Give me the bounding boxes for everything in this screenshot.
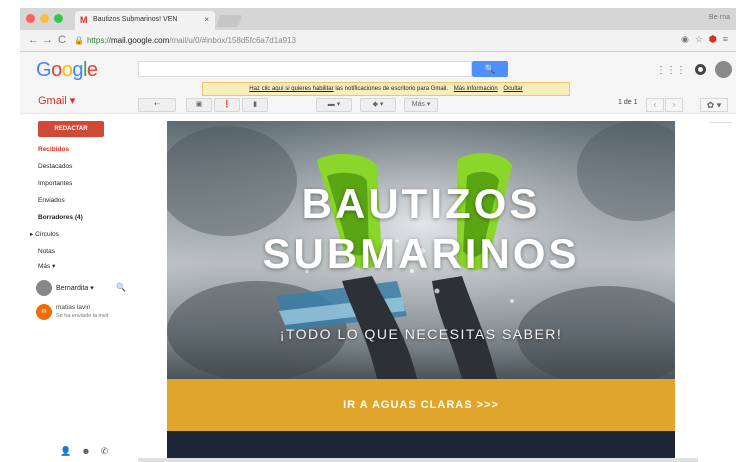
avatar: m [36,304,52,320]
google-logo-letter: o [61,59,73,81]
delete-button[interactable]: ▮ [242,98,268,112]
google-logo-letter: G [36,59,52,81]
lock-icon: 🔒 [74,36,84,45]
sidebar-item-more[interactable]: Más ▾ [38,262,55,270]
report-icon: ❗ [222,101,232,108]
forward-arrow-icon[interactable]: → [42,34,53,46]
hero-title: BAUTIZOS SUBMARINOS [167,179,675,279]
sidebar-item-inbox[interactable]: Recibidos [38,146,69,153]
label-icon: ◆ ▾ [372,101,384,108]
url-host: mail.google.com [110,36,170,45]
more-info-link[interactable]: Más información [454,86,498,92]
hero-title-line-1: BAUTIZOS [301,180,541,227]
gear-icon: ✿ ▾ [706,100,722,110]
google-logo[interactable]: Google [36,59,98,82]
notice-text: las notificaciones de escritorio para Gm… [335,86,449,92]
browser-menu-icon[interactable]: ≡ [723,34,728,45]
archive-icon: ▣ [195,101,203,108]
hero-title-line-2: SUBMARINOS [262,230,580,277]
divider [710,122,732,123]
sidebar-item-starred[interactable]: Destacados [38,163,72,170]
adblock-extension-icon[interactable]: ⬢ [709,34,717,45]
contact-name: matias lavin [56,304,91,311]
phone-icon[interactable]: ✆ [101,446,109,457]
gmail-app-switcher[interactable]: Gmail ▾ [38,94,75,107]
cta-button[interactable]: IR A AGUAS CLARAS >>> [167,379,675,431]
hero-image: BAUTIZOS SUBMARINOS ¡TODO LO QUE NECESIT… [167,121,675,379]
url-scheme: https:// [86,36,111,45]
apps-grid-icon[interactable]: ⋮⋮⋮ [656,65,686,76]
previous-button[interactable]: ‹ [646,98,664,112]
maximize-window-button[interactable] [54,14,63,23]
contact-status: Se ha enviado la invit [56,313,109,319]
more-button[interactable]: Más ▾ [404,98,438,112]
list-item[interactable]: m matias lavin Se ha enviado la invit [36,304,136,326]
address-bar-row: ← → C 🔒 https://mail.google.com/mail/u/0/… [20,30,736,52]
settings-button[interactable]: ✿ ▾ [700,98,728,112]
tab-title: Bautizos Submarinos! VEN [93,16,178,23]
back-icon: ⇠ [154,101,160,108]
next-button[interactable]: › [665,98,683,112]
reload-icon[interactable]: C [58,34,66,46]
hide-link[interactable]: Ocultar [503,86,522,92]
google-logo-letter: o [51,59,62,81]
account-avatar[interactable] [715,61,732,78]
back-arrow-icon[interactable]: ← [28,34,39,46]
extension-icon[interactable]: ◉ [681,34,689,45]
notifications-icon[interactable] [695,64,706,75]
hangouts-icon[interactable]: ☻ [81,446,90,457]
gmail-header: Google 🔍 ⋮⋮⋮ [20,52,736,86]
email-body: BAUTIZOS SUBMARINOS ¡TODO LO QUE NECESIT… [167,121,675,462]
hangouts-bottom-bar: 👤 ☻ ✆ [60,446,108,457]
archive-button[interactable]: ▣ [186,98,212,112]
browser-window: M Bautizos Submarinos! VEN × Be·rna ← → … [20,8,736,462]
tab-close-icon[interactable]: × [204,15,209,24]
window-controls [26,14,63,23]
folder-icon: ▬ ▾ [327,101,341,108]
browser-tab-bar: M Bautizos Submarinos! VEN × Be·rna [20,8,736,30]
hero-subtitle: ¡TODO LO QUE NECESITAS SABER! [279,326,563,342]
browser-profile[interactable]: Be·rna [709,14,730,21]
url-path: /mail/u/0/#inbox/158d5fc6a7d1a913 [169,36,296,45]
chevron-left-icon: ‹ [653,100,657,109]
bookmark-star-icon[interactable]: ☆ [695,34,703,45]
search-button[interactable]: 🔍 [472,61,508,77]
compose-button[interactable]: REDACTAR [38,121,104,137]
pagination-text: 1 de 1 [618,99,638,106]
sidebar-item-circles[interactable]: ▸ Círculos [30,230,59,238]
sidebar-item-notes[interactable]: Notas [38,248,55,255]
back-to-inbox-button[interactable]: ⇠ [138,98,176,112]
desktop-notification-banner: Haz clic aquí si quieres habilitar las n… [202,82,570,96]
new-tab-button[interactable] [215,15,243,27]
horizontal-scrollbar[interactable] [138,458,698,462]
avatar [36,280,52,296]
sidebar: REDACTAR Recibidos Destacados Importante… [20,114,138,462]
sidebar-item-important[interactable]: Importantes [38,180,72,187]
sidebar-item-sent[interactable]: Enviados [38,197,65,204]
sidebar-item-drafts[interactable]: Borradores (4) [38,214,83,221]
browser-tab[interactable]: M Bautizos Submarinos! VEN × [75,11,215,30]
close-window-button[interactable] [26,14,35,23]
move-to-button[interactable]: ▬ ▾ [316,98,352,112]
hangouts-user[interactable]: Bernardita ▾ 🔍 [36,280,128,298]
google-logo-letter: g [72,59,83,81]
address-bar-actions: ◉ ☆ ⬢ ≡ [681,34,728,45]
google-logo-letter: e [86,59,98,81]
url-field[interactable]: 🔒 https://mail.google.com/mail/u/0/#inbox… [74,33,674,49]
search-input[interactable] [138,61,472,77]
labels-button[interactable]: ◆ ▾ [360,98,396,112]
search-icon: 🔍 [484,64,496,74]
report-spam-button[interactable]: ❗ [214,98,240,112]
gmail-favicon-icon: M [80,15,88,25]
chevron-right-icon: › [672,100,676,109]
search-icon[interactable]: 🔍 [116,283,126,292]
hangouts-user-name: Bernardita ▾ [56,285,94,292]
person-icon[interactable]: 👤 [60,446,71,457]
trash-icon: ▮ [253,101,257,108]
enable-notifications-link[interactable]: Haz clic aquí si quieres habilitar [249,86,333,92]
minimize-window-button[interactable] [40,14,49,23]
